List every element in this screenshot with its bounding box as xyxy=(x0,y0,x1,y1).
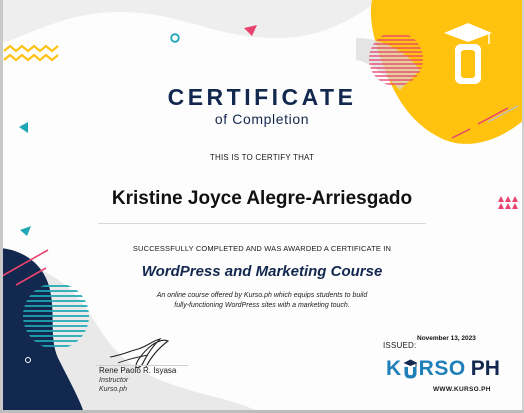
name-underline xyxy=(98,223,426,224)
certify-text: THIS IS TO CERTIFY THAT xyxy=(209,153,315,162)
kurso-logo: K RSO PH xyxy=(386,357,500,381)
signatory-organization: Kurso.ph xyxy=(99,386,128,393)
course-name: WordPress and Marketing Course xyxy=(141,263,383,280)
completed-text: SUCCESSFULLY COMPLETED AND WAS AWARDED A… xyxy=(132,244,392,253)
website-url: WWW.KURSO.PH xyxy=(433,386,491,393)
certificate: CERTIFICATE of Completion THIS IS TO CER… xyxy=(0,0,524,413)
logo-suffix: PH xyxy=(470,357,500,380)
logo-middle: RSO xyxy=(418,357,466,380)
signatory-role: Instructor xyxy=(99,377,129,384)
kurso-u-graduation-icon xyxy=(403,359,418,379)
course-description: An online course offered by Kurso.ph whi… xyxy=(0,291,524,310)
certificate-subtitle: of Completion xyxy=(214,111,310,127)
logo-prefix: K xyxy=(386,357,402,380)
teal-triangle-lower xyxy=(20,226,31,236)
certificate-title: CERTIFICATE xyxy=(167,84,357,110)
issued-date: November 13, 2023 xyxy=(417,335,476,342)
yellow-zigzag-2 xyxy=(3,53,59,62)
yellow-zigzag-1 xyxy=(3,44,59,53)
signatory-name: Rene Paolo R. Isyasa xyxy=(99,366,177,375)
description-line-1: An online course offered by Kurso.ph whi… xyxy=(156,292,368,299)
recipient-name: Kristine Joyce Alegre-Arriesgado xyxy=(111,188,413,209)
description-line-2: fully-functioning WordPress sites with a… xyxy=(174,301,350,309)
issued-label: ISSUED: xyxy=(383,341,417,350)
teal-ring xyxy=(170,33,180,43)
